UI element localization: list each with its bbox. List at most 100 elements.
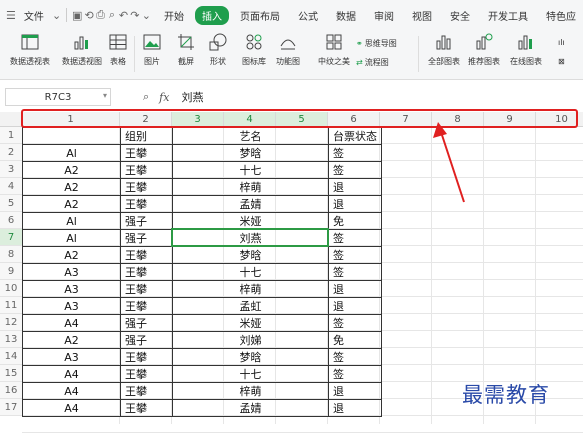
table-cell[interactable]: A2 bbox=[22, 178, 121, 196]
table-cell[interactable]: 免 bbox=[328, 212, 382, 230]
tab-3[interactable]: 公式 bbox=[291, 6, 325, 25]
file-menu[interactable]: 文件 bbox=[18, 6, 50, 25]
table-cell[interactable]: 孟婧 bbox=[172, 195, 329, 213]
table-cell[interactable]: A2 bbox=[22, 161, 121, 179]
row-header-4[interactable]: 4 bbox=[0, 178, 22, 195]
table-cell[interactable]: 退 bbox=[328, 195, 382, 213]
table-cell[interactable]: 王攀 bbox=[120, 178, 173, 196]
row-header-12[interactable]: 12 bbox=[0, 314, 22, 331]
table-cell[interactable]: A2 bbox=[22, 331, 121, 349]
table-cell[interactable]: 强子 bbox=[120, 314, 173, 332]
table-cell[interactable]: A4 bbox=[22, 399, 121, 417]
row-header-9[interactable]: 9 bbox=[0, 263, 22, 280]
tab-9[interactable]: 特色应 bbox=[539, 6, 583, 25]
table-cell[interactable]: 签 bbox=[328, 161, 382, 179]
export-icon[interactable]: ⟲ bbox=[84, 8, 94, 22]
row-header-10[interactable]: 10 bbox=[0, 280, 22, 297]
row-header-13[interactable]: 13 bbox=[0, 331, 22, 348]
table-cell[interactable]: 王攀 bbox=[120, 195, 173, 213]
table-cell[interactable]: 签 bbox=[328, 144, 382, 162]
table-cell[interactable]: Al bbox=[22, 229, 121, 247]
chevron-down-icon[interactable]: ▾ bbox=[103, 91, 107, 100]
table-cell[interactable]: 刘燕 bbox=[172, 229, 329, 247]
name-box[interactable]: R7C3 ▾ bbox=[5, 88, 111, 106]
table-cell[interactable]: A2 bbox=[22, 195, 121, 213]
more-chart-button-2[interactable]: ⊠ bbox=[558, 57, 565, 66]
table-cell[interactable]: 梓萌 bbox=[172, 382, 329, 400]
table-cell[interactable]: 孟婧 bbox=[172, 399, 329, 417]
more-icon[interactable]: ⌄ bbox=[142, 8, 151, 22]
table-cell[interactable]: 孟虹 bbox=[172, 297, 329, 315]
table-cell[interactable]: 免 bbox=[328, 331, 382, 349]
table-cell[interactable]: A3 bbox=[22, 297, 121, 315]
chinese-pattern-button[interactable]: 中纹之美 bbox=[318, 32, 350, 67]
table-cell[interactable]: 刘娣 bbox=[172, 331, 329, 349]
hamburger-icon[interactable]: ☰ bbox=[6, 8, 16, 22]
table-cell[interactable]: 退 bbox=[328, 399, 382, 417]
table-button[interactable]: 表格 bbox=[108, 32, 128, 67]
pivot-table-button[interactable]: 数据透视表 bbox=[10, 32, 50, 67]
tab-8[interactable]: 开发工具 bbox=[481, 6, 535, 25]
table-cell[interactable]: A4 bbox=[22, 314, 121, 332]
table-cell[interactable]: 王攀 bbox=[120, 263, 173, 281]
chevron-down-icon[interactable]: ⌄ bbox=[52, 8, 61, 22]
table-cell[interactable]: A3 bbox=[22, 348, 121, 366]
tab-1[interactable]: 插入 bbox=[195, 5, 230, 25]
zoom-icon[interactable]: ⌕ bbox=[143, 90, 149, 104]
table-cell[interactable]: 组别 bbox=[120, 127, 173, 145]
tab-6[interactable]: 视图 bbox=[405, 6, 439, 25]
formula-input[interactable]: 刘燕 bbox=[181, 89, 203, 105]
table-cell[interactable]: 台票状态 bbox=[328, 127, 382, 145]
table-cell[interactable]: A3 bbox=[22, 263, 121, 281]
table-cell[interactable]: 退 bbox=[328, 297, 382, 315]
print-icon[interactable]: ⎙ bbox=[96, 8, 105, 22]
online-charts-button[interactable]: 在线图表 bbox=[510, 32, 542, 67]
screenshot-button[interactable]: 截屏 bbox=[176, 32, 196, 67]
table-cell[interactable]: 退 bbox=[328, 178, 382, 196]
tab-5[interactable]: 审阅 bbox=[367, 6, 401, 25]
table-cell[interactable]: 王攀 bbox=[120, 144, 173, 162]
table-cell[interactable]: Al bbox=[22, 144, 121, 162]
tab-0[interactable]: 开始 bbox=[157, 6, 191, 25]
flowchart-button[interactable]: ⇄ 流程图 bbox=[356, 57, 389, 68]
shape-button[interactable]: 形状 bbox=[208, 32, 228, 67]
table-cell[interactable]: 签 bbox=[328, 263, 382, 281]
preview-icon[interactable]: ⌕ bbox=[107, 8, 116, 22]
table-cell[interactable]: 梓萌 bbox=[172, 178, 329, 196]
table-cell[interactable]: 王攀 bbox=[120, 297, 173, 315]
table-cell[interactable]: 强子 bbox=[120, 331, 173, 349]
table-cell[interactable]: 强子 bbox=[120, 212, 173, 230]
all-charts-button[interactable]: 全部图表 bbox=[428, 32, 460, 67]
table-cell[interactable]: 王攀 bbox=[120, 280, 173, 298]
table-cell[interactable]: 签 bbox=[328, 246, 382, 264]
row-header-15[interactable]: 15 bbox=[0, 365, 22, 382]
table-cell[interactable]: 梦晗 bbox=[172, 144, 329, 162]
row-header-6[interactable]: 6 bbox=[0, 212, 22, 229]
table-cell[interactable]: 艺名 bbox=[172, 127, 329, 145]
save-icon[interactable]: ▣ bbox=[72, 8, 82, 22]
table-cell[interactable]: 王攀 bbox=[120, 246, 173, 264]
table-cell[interactable]: A3 bbox=[22, 280, 121, 298]
row-header-11[interactable]: 11 bbox=[0, 297, 22, 314]
tab-2[interactable]: 页面布局 bbox=[233, 6, 287, 25]
tab-4[interactable]: 数据 bbox=[329, 6, 363, 25]
table-cell[interactable]: 米娅 bbox=[172, 212, 329, 230]
table-cell[interactable]: 王攀 bbox=[120, 382, 173, 400]
fx-icon[interactable]: fx bbox=[159, 91, 169, 104]
table-cell[interactable]: 米娅 bbox=[172, 314, 329, 332]
table-cell[interactable]: 退 bbox=[328, 280, 382, 298]
table-cell[interactable]: 梦晗 bbox=[172, 246, 329, 264]
pivot-chart-button[interactable]: 数据透视图 bbox=[62, 32, 102, 67]
table-cell[interactable]: 王攀 bbox=[120, 365, 173, 383]
table-cell[interactable]: 签 bbox=[328, 229, 382, 247]
undo-icon[interactable]: ↶ bbox=[119, 8, 128, 22]
function-chart-button[interactable]: 功能图 bbox=[276, 32, 300, 67]
table-cell[interactable] bbox=[22, 127, 121, 145]
icon-library-button[interactable]: 图标库 bbox=[242, 32, 266, 67]
table-cell[interactable]: Al bbox=[22, 212, 121, 230]
row-header-17[interactable]: 17 bbox=[0, 399, 22, 416]
row-header-1[interactable]: 1 bbox=[0, 127, 22, 144]
table-cell[interactable]: 梓萌 bbox=[172, 280, 329, 298]
mindmap-button[interactable]: ⚭ 思维导图 bbox=[356, 38, 397, 49]
table-cell[interactable]: 十七 bbox=[172, 365, 329, 383]
